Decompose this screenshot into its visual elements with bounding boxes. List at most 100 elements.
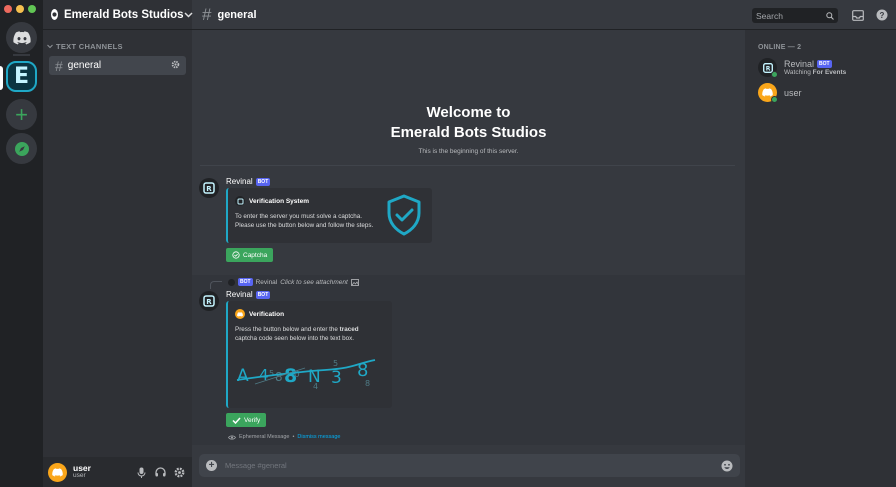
member-list: ONLINE — 2 R Revinal BOT Watching For Ev… xyxy=(745,30,896,487)
bot-logo-icon xyxy=(235,196,245,206)
close-window-button[interactable] xyxy=(4,5,12,13)
channel-header: # general Search ? xyxy=(192,0,896,30)
svg-text:R: R xyxy=(206,185,212,193)
embed-description-line: Press the button below and enter the tra… xyxy=(235,325,359,334)
dismiss-message-link[interactable]: Dismiss message xyxy=(297,434,340,440)
welcome-title-line1: Welcome to xyxy=(426,104,511,121)
svg-text:5: 5 xyxy=(333,359,338,368)
message-author[interactable]: Revinal xyxy=(226,177,253,186)
add-attachment-icon[interactable]: + xyxy=(206,460,217,471)
svg-text:R: R xyxy=(206,298,212,306)
welcome-subtitle: This is the beginning of this server. xyxy=(418,148,519,155)
svg-text:A: A xyxy=(237,366,249,386)
embed-verification: Verification Press the button below and … xyxy=(226,301,392,408)
gear-icon xyxy=(174,467,184,477)
ephemeral-label: Ephemeral Message xyxy=(239,434,290,440)
reply-preview[interactable]: BOT Revinal Click to see attachment xyxy=(228,278,359,286)
reply-text: Click to see attachment xyxy=(280,278,348,286)
deafen-button[interactable] xyxy=(152,464,168,480)
activity-prefix: Watching xyxy=(784,69,813,76)
eye-icon xyxy=(228,435,236,439)
welcome-title-line2: Emerald Bots Studios xyxy=(390,124,547,141)
embed-description-line: To enter the server you must solve a cap… xyxy=(235,213,363,220)
discord-icon xyxy=(52,467,63,476)
bot-badge: BOT xyxy=(238,278,253,286)
ephemeral-notice: Ephemeral Message • Dismiss message xyxy=(228,434,340,440)
rail-separator xyxy=(13,54,30,56)
embed-verification-system: Verification System To enter the server … xyxy=(226,188,432,243)
category-label: TEXT CHANNELS xyxy=(56,42,123,51)
captcha-button[interactable]: Captcha xyxy=(226,248,274,262)
guild-badge-icon xyxy=(51,9,58,20)
bot-avatar[interactable]: R xyxy=(199,291,219,311)
message-list: Welcome to Emerald Bots Studios This is … xyxy=(192,30,745,446)
channel-name: general xyxy=(67,60,102,71)
member-name-row: user xyxy=(784,88,802,98)
embed-description-bold: traced xyxy=(339,326,359,333)
member-item-revinal[interactable]: R Revinal BOT Watching For Events xyxy=(758,58,846,78)
compass-icon xyxy=(14,141,29,156)
server-emerald-bots-studios[interactable]: E xyxy=(6,61,37,92)
embed-title-row: Verification xyxy=(235,309,284,319)
welcome-section: Welcome to Emerald Bots Studios This is … xyxy=(192,103,745,155)
embed-title: Verification xyxy=(249,310,285,318)
message-composer[interactable]: + Message #general xyxy=(199,454,740,477)
server-initial: E xyxy=(13,64,30,89)
bot-badge: BOT xyxy=(255,290,271,299)
member-info: Revinal BOT Watching For Events xyxy=(784,59,846,76)
online-status-icon xyxy=(771,71,778,78)
minimize-window-button[interactable] xyxy=(16,5,24,13)
plus-icon: + xyxy=(15,101,28,127)
user-avatar[interactable] xyxy=(48,462,67,482)
member-avatar xyxy=(758,83,778,103)
member-name: Revinal xyxy=(784,59,815,69)
message-author[interactable]: Revinal xyxy=(226,290,253,299)
chevron-down-icon xyxy=(47,44,53,49)
member-activity: Watching For Events xyxy=(784,69,846,76)
verify-button[interactable]: Verify xyxy=(226,413,267,427)
add-server-button[interactable]: + xyxy=(6,99,37,130)
search-icon xyxy=(826,11,834,20)
active-server-indicator xyxy=(0,66,3,90)
channel-title: general xyxy=(217,8,257,21)
bot-badge: BOT xyxy=(255,177,271,186)
message-header: Revinal BOT xyxy=(226,177,271,186)
activity-name: For Events xyxy=(812,69,847,76)
channel-settings-icon[interactable] xyxy=(171,60,180,71)
user-settings-button[interactable] xyxy=(171,464,187,480)
headphones-icon xyxy=(154,467,166,477)
bot-avatar[interactable]: R xyxy=(199,178,219,198)
mute-button[interactable] xyxy=(133,464,149,480)
emoji-icon[interactable] xyxy=(721,460,733,472)
server-rail: E + xyxy=(0,0,43,487)
inbox-button[interactable] xyxy=(851,8,865,22)
bot-avatar-mini xyxy=(228,278,235,286)
search-input[interactable]: Search xyxy=(752,8,838,23)
member-name: user xyxy=(784,87,802,98)
svg-text:4: 4 xyxy=(313,382,318,391)
user-names: user user xyxy=(73,464,130,480)
maximize-window-button[interactable] xyxy=(28,5,36,13)
member-list-header: ONLINE — 2 xyxy=(758,44,802,51)
shield-check-icon xyxy=(387,194,421,236)
discord-icon xyxy=(235,309,245,319)
search-placeholder: Search xyxy=(756,10,783,21)
channel-item-general[interactable]: # general xyxy=(49,56,186,75)
embed-description-text: Press the button below and enter the xyxy=(235,326,340,333)
member-avatar: R xyxy=(758,58,778,78)
member-item-user[interactable]: user xyxy=(758,83,802,103)
home-button[interactable] xyxy=(6,22,37,53)
hash-icon: # xyxy=(202,4,212,24)
help-button[interactable]: ? xyxy=(875,8,889,22)
button-label: Captcha xyxy=(243,251,268,259)
guild-header[interactable]: Emerald Bots Studios xyxy=(43,0,193,30)
explore-servers-button[interactable] xyxy=(6,133,37,164)
reply-connector xyxy=(210,281,222,289)
embed-description-line: captcha code seen below into the text bo… xyxy=(235,335,355,342)
message-header: Revinal BOT xyxy=(226,290,271,299)
discord-icon xyxy=(12,30,31,44)
category-text-channels[interactable]: TEXT CHANNELS xyxy=(47,42,192,51)
discord-icon xyxy=(762,88,773,97)
svg-text:?: ? xyxy=(880,11,885,20)
message-input-placeholder: Message #general xyxy=(225,461,287,470)
